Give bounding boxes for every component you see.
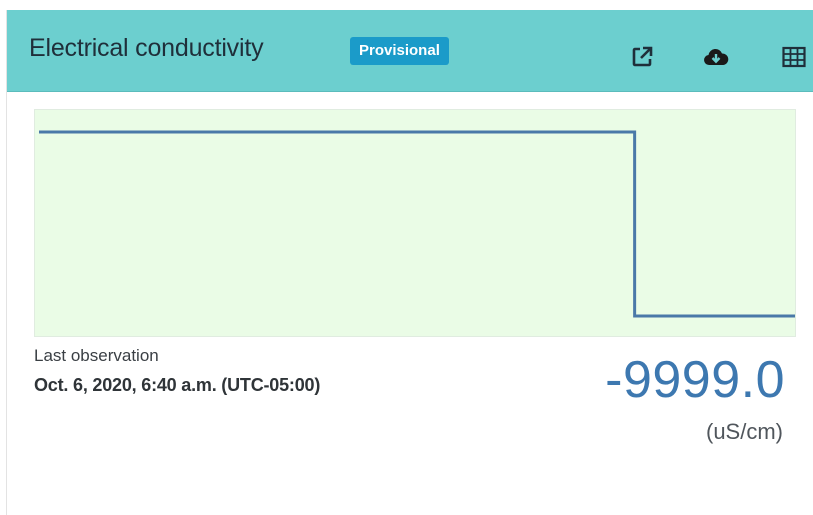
cloud-download-icon[interactable] xyxy=(701,44,731,70)
last-observation-time: Oct. 6, 2020, 6:40 a.m. (UTC-05:00) xyxy=(34,375,321,395)
last-observation-unit: (uS/cm) xyxy=(706,419,783,444)
sparkline-chart xyxy=(34,109,796,337)
last-observation-value: -9999.0 xyxy=(605,351,785,409)
card-title: Electrical conductivity xyxy=(29,34,264,62)
card-header: Electrical conductivity Provisional xyxy=(7,10,813,92)
table-icon[interactable] xyxy=(779,44,809,70)
provisional-badge: Provisional xyxy=(350,37,449,65)
sparkline-series-line xyxy=(39,130,795,318)
last-observation-label: Last observation xyxy=(34,346,159,365)
sparkline-svg xyxy=(39,130,795,318)
external-link-icon[interactable] xyxy=(627,44,657,70)
